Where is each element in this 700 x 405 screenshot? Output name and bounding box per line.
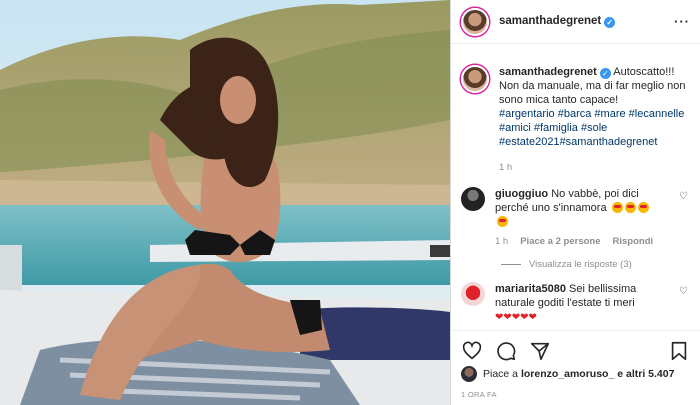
hashtag-link[interactable]: #sole: [581, 122, 607, 134]
hashtag-link[interactable]: #amici: [499, 122, 531, 134]
heart-eyes-emoji-icon: [497, 216, 508, 227]
caption: samanthadegrenet ✓ Autoscatto!!! Non da m…: [451, 55, 700, 175]
caption-line-1: Autoscatto!!!: [613, 66, 675, 78]
commenter-username[interactable]: mariarita5080: [495, 283, 566, 295]
hashtag-link[interactable]: #lecannelle: [629, 108, 685, 120]
heart-eyes-emoji-icon: [611, 202, 623, 213]
instagram-post: samanthadegrenet ✓ ··· samanthadegrenet ✓ …: [0, 0, 700, 405]
heart-eyes-emoji-icon: [637, 202, 649, 213]
comment-item: mariarita5080 Sei bellissima naturale go…: [451, 282, 700, 325]
caption-line-2: Non da manuale, ma di far meglio non: [499, 80, 686, 92]
caption-author-avatar[interactable]: [461, 65, 489, 93]
comment-likes[interactable]: Piace a 2 persone: [520, 235, 600, 249]
hashtag-link[interactable]: #famiglia: [534, 122, 578, 134]
post-time-ago[interactable]: 1 ORA FA: [461, 390, 497, 399]
photo-illustration: [0, 0, 450, 405]
view-replies-button[interactable]: Visualizza le risposte (3): [501, 259, 700, 270]
hashtag-link[interactable]: #samanthadegrenet: [560, 136, 658, 148]
caption-hashtags: #argentario #barca #mare #lecannelle #am…: [499, 108, 684, 148]
post-photo[interactable]: [0, 0, 450, 405]
author-username[interactable]: samanthadegrenet ✓: [499, 15, 616, 28]
more-options-icon[interactable]: ···: [674, 14, 690, 29]
liker-username[interactable]: lorenzo_amoruso_: [521, 368, 614, 380]
bookmark-icon[interactable]: [668, 340, 690, 362]
like-comment-heart-icon[interactable]: ♡: [679, 191, 688, 202]
comment-meta: 1 h Piace a 2 persone Rispondi: [495, 235, 663, 249]
verified-badge-icon: ✓: [599, 68, 611, 79]
liker-avatar[interactable]: [461, 366, 477, 382]
likes-prefix: Piace a: [483, 368, 519, 380]
post-actions-bar: [451, 330, 700, 370]
share-paper-plane-icon[interactable]: [529, 340, 551, 362]
comment-body: mariarita5080 Sei bellissima naturale go…: [495, 282, 663, 325]
view-replies-label: Visualizza le risposte (3): [529, 259, 632, 270]
author-username-text[interactable]: samanthadegrenet: [499, 15, 601, 27]
red-heart-emoji-icon: ❤❤❤❤❤: [495, 312, 537, 323]
caption-timestamp[interactable]: 1 h: [499, 161, 689, 175]
like-comment-heart-icon[interactable]: ♡: [679, 286, 688, 297]
hashtag-link[interactable]: #argentario: [499, 108, 555, 120]
comment-timestamp[interactable]: 1 h: [495, 235, 508, 249]
commenter-username[interactable]: giuoggiuo: [495, 188, 548, 200]
likes-count[interactable]: e altri 5.407: [617, 368, 674, 380]
post-header: samanthadegrenet ✓ ···: [451, 0, 700, 44]
replies-divider: [501, 264, 521, 265]
heart-eyes-emoji-icon: [624, 202, 636, 213]
commenter-avatar[interactable]: [461, 282, 485, 306]
comment-item: giuoggiuo No vabbè, poi dici perché uno …: [451, 187, 700, 249]
caption-line-3: sono mica tanto capace!: [499, 94, 619, 106]
hashtag-link[interactable]: #barca: [558, 108, 592, 120]
hashtag-link[interactable]: #mare: [594, 108, 625, 120]
commenter-avatar[interactable]: [461, 187, 485, 211]
post-sidebar: samanthadegrenet ✓ ··· samanthadegrenet ✓ …: [450, 0, 700, 405]
likes-summary: Piace a lorenzo_amoruso_ e altri 5.407: [461, 366, 690, 382]
caption-username[interactable]: samanthadegrenet: [499, 66, 597, 78]
caption-body: samanthadegrenet ✓ Autoscatto!!! Non da m…: [499, 65, 689, 175]
comment-body: giuoggiuo No vabbè, poi dici perché uno …: [495, 187, 663, 249]
reply-button[interactable]: Rispondi: [613, 235, 654, 249]
comments-scroll-area[interactable]: samanthadegrenet ✓ Autoscatto!!! Non da m…: [451, 55, 700, 330]
verified-badge-icon: ✓: [604, 17, 616, 28]
hashtag-link[interactable]: #estate2021: [499, 136, 560, 148]
like-heart-icon[interactable]: [461, 340, 483, 362]
comment-bubble-icon[interactable]: [495, 340, 517, 362]
author-avatar[interactable]: [461, 7, 489, 36]
